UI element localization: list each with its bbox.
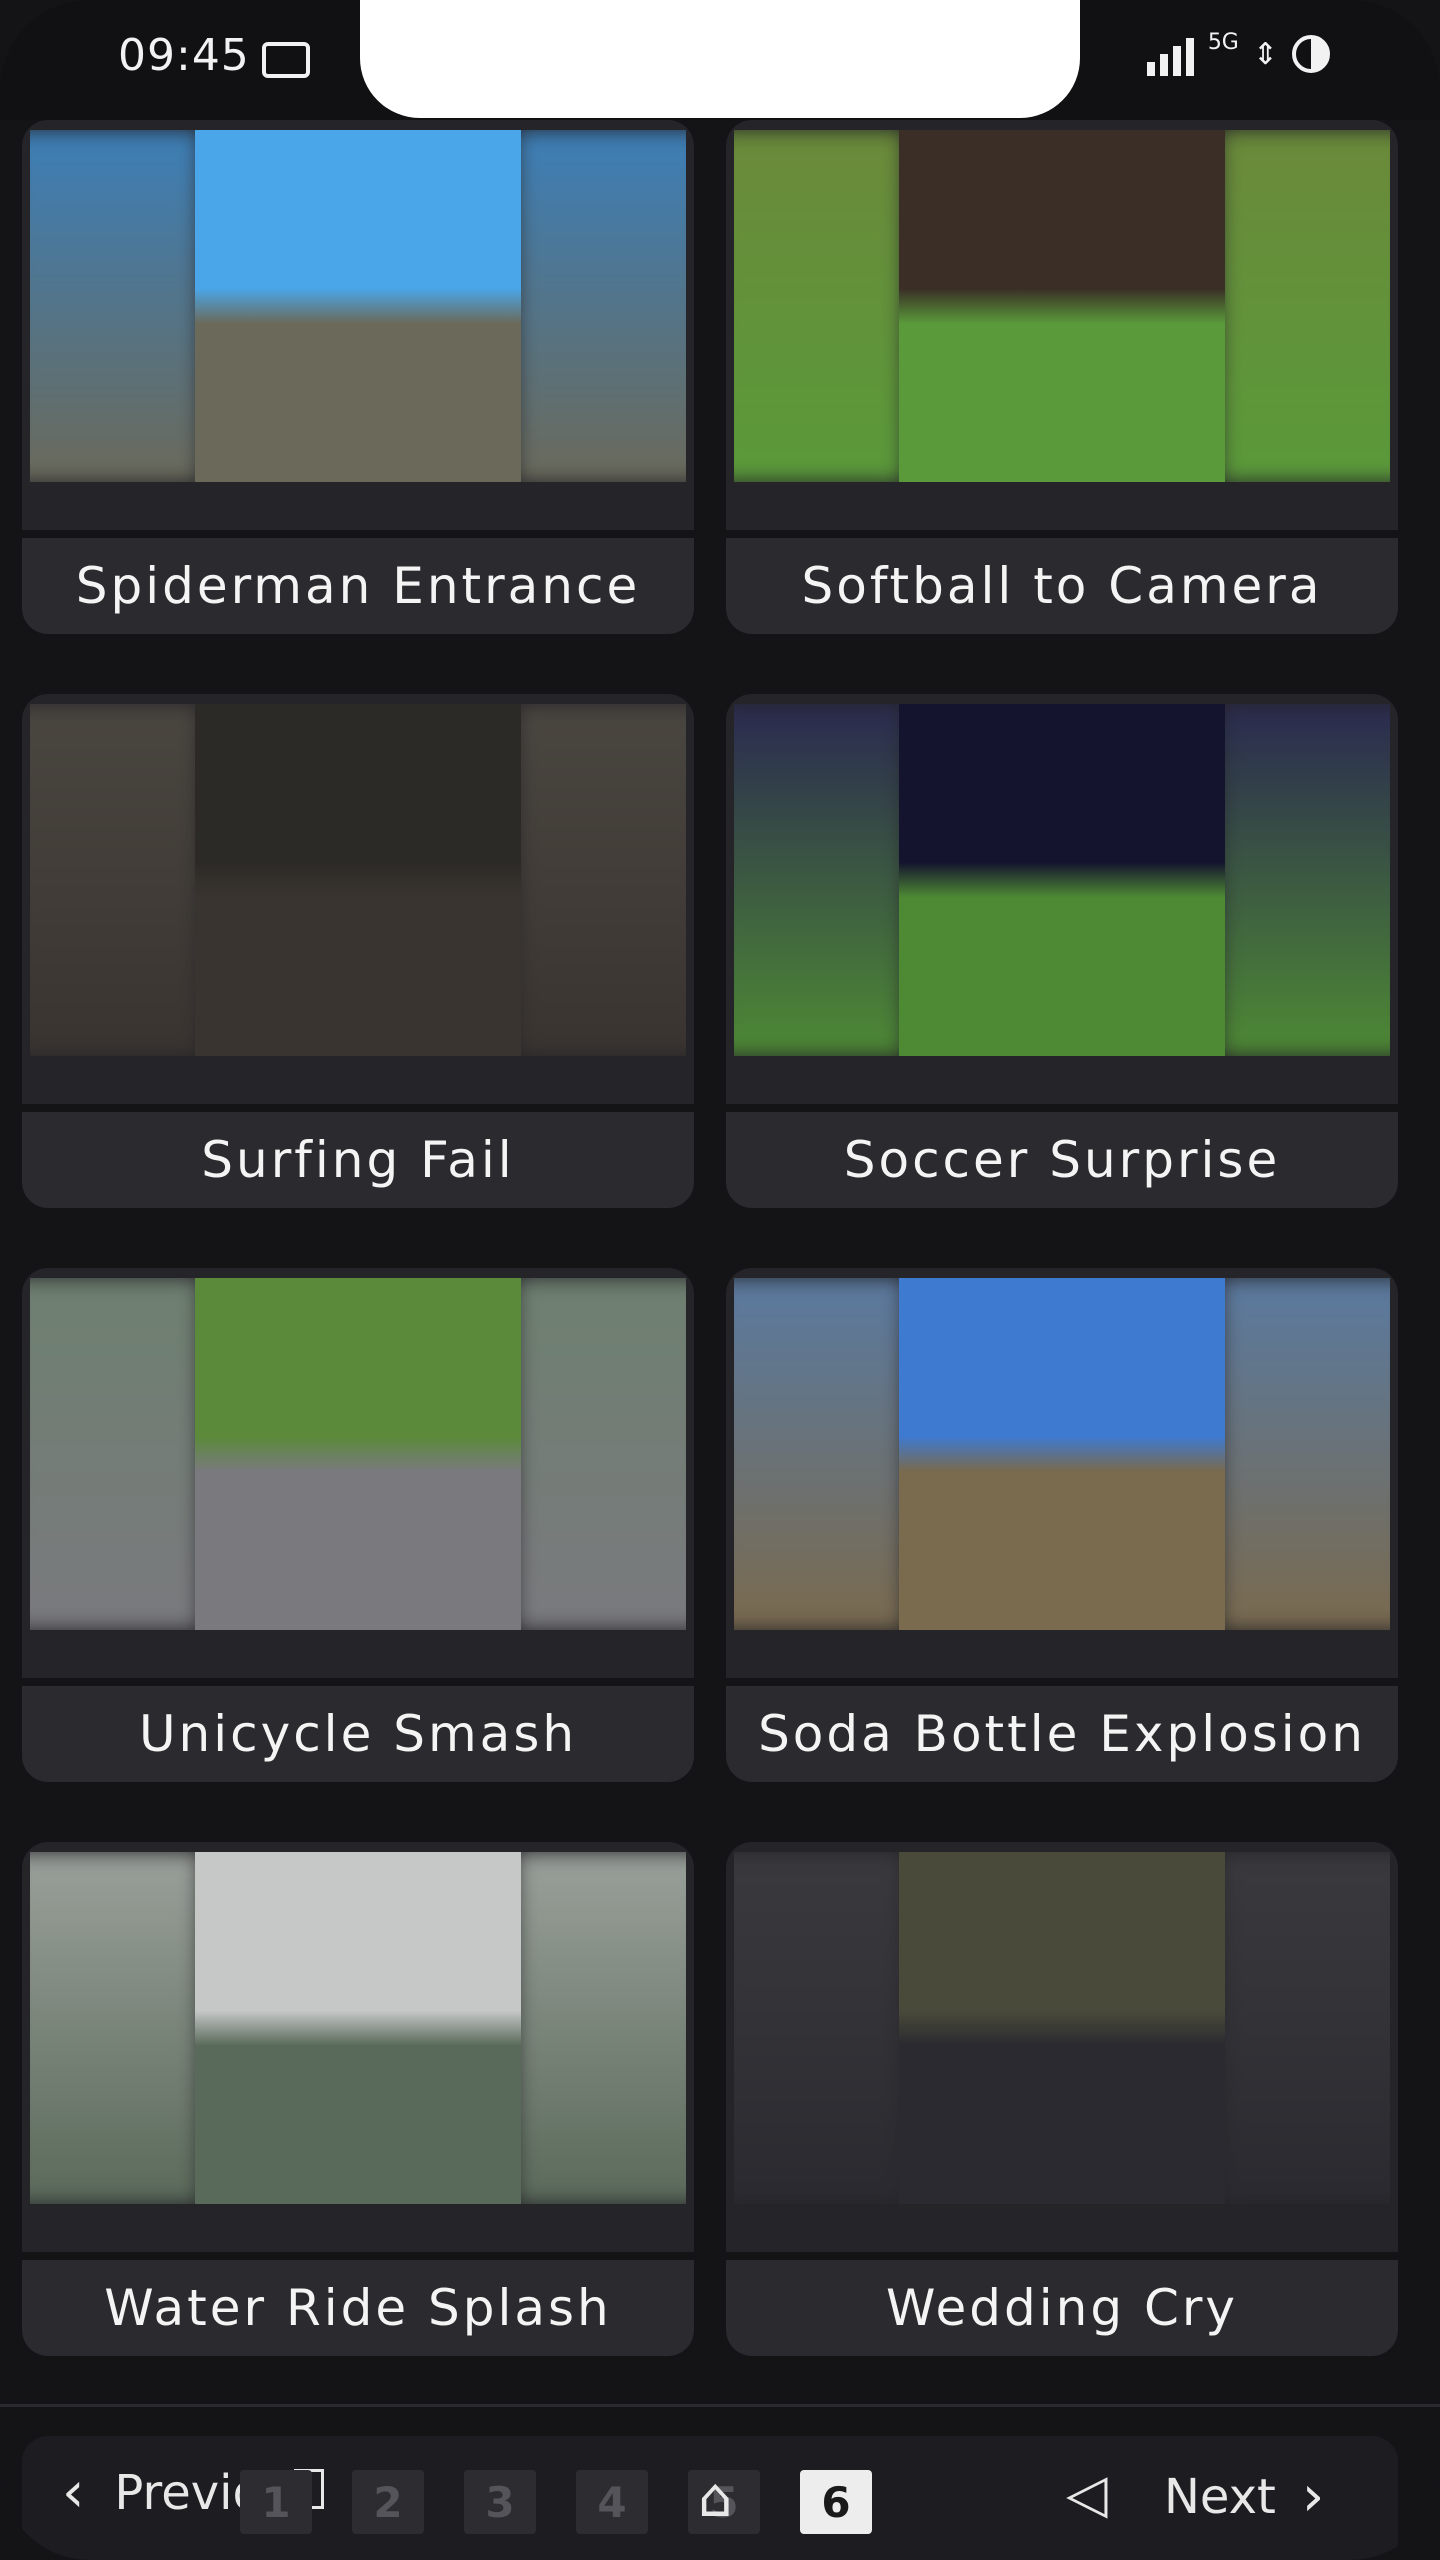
status-time: 09:45 (118, 30, 250, 81)
video-title: Spiderman Entrance (75, 557, 641, 615)
video-thumbnail-frame[interactable] (726, 694, 1398, 1104)
video-title: Soccer Surprise (843, 1131, 1281, 1189)
page-1-button[interactable]: 1 (240, 2470, 312, 2534)
thumbnail-blur-left (734, 1278, 904, 1630)
video-title: Softball to Camera (801, 557, 1323, 615)
video-thumbnail-frame[interactable] (22, 1842, 694, 2252)
thumbnail-blur-left (30, 1852, 200, 2204)
video-card[interactable]: Unicycle Smash (22, 1268, 694, 1808)
thumbnail-blur-right (516, 704, 686, 1056)
dark-mode-icon (1292, 35, 1330, 73)
video-title-bar[interactable]: Soccer Surprise (726, 1112, 1398, 1208)
app-screen: 09:45 5G ⇕ Spiderman Entrance Softball to… (0, 0, 1440, 2560)
thumbnail-blur-right (516, 1278, 686, 1630)
chevron-left-icon: ‹ (62, 2460, 85, 2525)
thumbnail-frame-image (899, 704, 1225, 1056)
status-icons: 5G ⇕ (1146, 29, 1330, 76)
video-thumbnail[interactable] (734, 1278, 1390, 1630)
video-thumbnail-frame[interactable] (726, 1842, 1398, 2252)
video-thumbnail[interactable] (30, 130, 686, 482)
video-title: Surfing Fail (201, 1131, 515, 1189)
thumbnail-blur-left (734, 704, 904, 1056)
video-title: Unicycle Smash (138, 1705, 578, 1763)
video-title-bar[interactable]: Softball to Camera (726, 538, 1398, 634)
mail-icon (262, 42, 310, 78)
video-thumbnail-frame[interactable] (22, 1268, 694, 1678)
video-thumbnail[interactable] (30, 1852, 686, 2204)
thumbnail-blur-left (734, 1852, 904, 2204)
video-title-bar[interactable]: Wedding Cry (726, 2260, 1398, 2356)
video-thumbnail[interactable] (30, 704, 686, 1056)
video-thumbnail-frame[interactable] (22, 120, 694, 530)
page-3-button[interactable]: 3 (464, 2470, 536, 2534)
data-transfer-icon: ⇕ (1252, 36, 1278, 72)
divider (0, 2404, 1440, 2407)
video-title: Water Ride Splash (104, 2279, 612, 2337)
page-4-button[interactable]: 4 (576, 2470, 648, 2534)
thumbnail-blur-right (516, 1852, 686, 2204)
video-card[interactable]: Soda Bottle Explosion (726, 1268, 1398, 1808)
thumbnail-blur-right (516, 130, 686, 482)
thumbnail-frame-image (899, 1278, 1225, 1630)
back-icon[interactable]: ◁ (1066, 2462, 1108, 2525)
page-6-button[interactable]: 6 (800, 2470, 872, 2534)
pagination-bar: ‹ Previou 1 2 3 4 5 6 ⌂ ◁ Next › (22, 2436, 1398, 2560)
thumbnail-frame-image (195, 130, 521, 482)
chevron-right-icon: › (1301, 2464, 1325, 2529)
thumbnail-frame-image (899, 1852, 1225, 2204)
video-thumbnail-frame[interactable] (22, 694, 694, 1104)
video-thumbnail[interactable] (734, 704, 1390, 1056)
video-thumbnail[interactable] (734, 1852, 1390, 2204)
video-card[interactable]: Wedding Cry (726, 1842, 1398, 2382)
network-type-label: 5G (1207, 29, 1239, 55)
video-title-bar[interactable]: Water Ride Splash (22, 2260, 694, 2356)
video-card[interactable]: Softball to Camera (726, 120, 1398, 660)
thumbnail-blur-left (30, 130, 200, 482)
thumbnail-blur-left (30, 1278, 200, 1630)
page-2-button[interactable]: 2 (352, 2470, 424, 2534)
video-thumbnail[interactable] (30, 1278, 686, 1630)
video-title-bar[interactable]: Unicycle Smash (22, 1686, 694, 1782)
signal-icon (1146, 32, 1194, 76)
thumbnail-blur-right (1220, 704, 1390, 1056)
video-title-bar[interactable]: Spiderman Entrance (22, 538, 694, 634)
thumbnail-blur-right (1220, 130, 1390, 482)
video-title: Wedding Cry (885, 2279, 1239, 2337)
next-page-button[interactable]: Next › (1164, 2464, 1324, 2529)
video-thumbnail-frame[interactable] (726, 1268, 1398, 1678)
status-bar: 09:45 5G ⇕ (0, 0, 1440, 120)
next-label: Next (1164, 2468, 1276, 2525)
thumbnail-blur-right (1220, 1278, 1390, 1630)
video-thumbnail[interactable] (734, 130, 1390, 482)
thumbnail-frame-image (195, 1278, 521, 1630)
thumbnail-frame-image (899, 130, 1225, 482)
video-card[interactable]: Surfing Fail (22, 694, 694, 1234)
camera-notch (360, 0, 1080, 118)
video-card[interactable]: Spiderman Entrance (22, 120, 694, 660)
video-title-bar[interactable]: Surfing Fail (22, 1112, 694, 1208)
video-card[interactable]: Water Ride Splash (22, 1842, 694, 2382)
thumbnail-blur-right (1220, 1852, 1390, 2204)
home-icon[interactable]: ⌂ (698, 2466, 732, 2529)
thumbnail-blur-left (734, 130, 904, 482)
video-thumbnail-frame[interactable] (726, 120, 1398, 530)
video-title-bar[interactable]: Soda Bottle Explosion (726, 1686, 1398, 1782)
thumbnail-frame-image (195, 1852, 521, 2204)
video-title: Soda Bottle Explosion (758, 1705, 1366, 1763)
thumbnail-blur-left (30, 704, 200, 1056)
thumbnail-frame-image (195, 704, 521, 1056)
video-card[interactable]: Soccer Surprise (726, 694, 1398, 1234)
